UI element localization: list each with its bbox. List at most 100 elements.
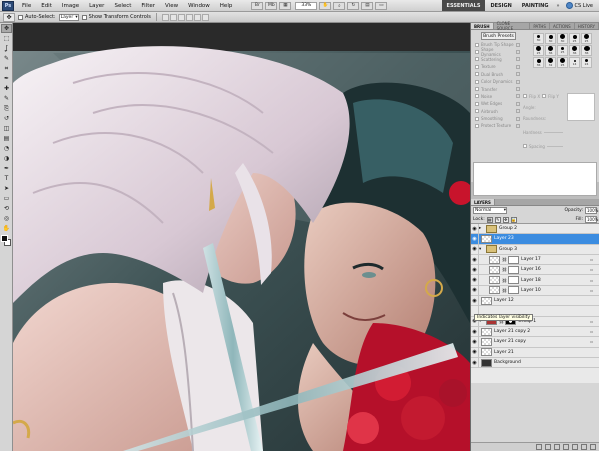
brush-option-checkbox[interactable] — [475, 123, 479, 128]
marquee-tool-icon[interactable]: ⬚ — [1, 34, 12, 43]
type-tool-icon[interactable]: T — [1, 174, 12, 183]
flip-y-checkbox[interactable] — [542, 94, 547, 98]
move-tool-icon[interactable]: ✥ — [1, 24, 12, 33]
layer-effects-icon[interactable]: ▫ — [590, 329, 593, 334]
layer-mask-thumbnail[interactable] — [508, 265, 520, 274]
brush-option-checkbox[interactable] — [475, 87, 479, 92]
brush-option-dual-brush[interactable]: Dual Brush — [473, 71, 521, 78]
zoom-level-field[interactable]: 33% — [295, 1, 318, 10]
visibility-eye-icon[interactable]: ◉ — [471, 254, 479, 265]
lock-icon[interactable] — [516, 72, 520, 77]
add-mask-icon[interactable] — [554, 444, 560, 450]
visibility-eye-icon[interactable]: ◉ — [471, 244, 479, 255]
lock-icon[interactable] — [516, 94, 520, 99]
lock-icon[interactable] — [516, 57, 520, 62]
show-transform-controls-checkbox[interactable] — [81, 14, 87, 20]
tab-brush[interactable]: BRUSH — [471, 23, 494, 29]
layer-row[interactable]: ◉ Layer 23 — [471, 233, 599, 245]
lock-icon[interactable] — [516, 79, 520, 84]
brush-tool-icon[interactable]: ✎ — [1, 94, 12, 103]
lock-pixels-icon[interactable]: ✎ — [494, 216, 501, 223]
brush-option-wet-edges[interactable]: Wet Edges — [473, 100, 521, 107]
menu-filter[interactable]: Filter — [136, 3, 160, 9]
brush-option-color-dynamics[interactable]: Color Dynamics — [473, 78, 521, 85]
menu-layer[interactable]: Layer — [84, 3, 109, 9]
tab-layers[interactable]: LAYERS — [471, 199, 495, 205]
layer-row[interactable]: ◉ Layer 21 copy ▫ — [471, 336, 599, 348]
rotate-view-button[interactable]: ↻ — [347, 1, 360, 10]
layer-mask-thumbnail[interactable] — [508, 286, 520, 295]
brush-tip[interactable]: 25 — [557, 45, 568, 56]
spacing-slider[interactable]: Spacing — [523, 143, 563, 149]
layer-mask-thumbnail[interactable] — [508, 276, 520, 285]
lock-position-icon[interactable]: ✥ — [502, 216, 509, 223]
layer-row[interactable]: ◉ Layer 12 — [471, 295, 599, 307]
lock-icon[interactable] — [516, 123, 520, 128]
brush-tip[interactable]: 36 — [545, 45, 556, 56]
dodge-tool-icon[interactable]: ◑ — [1, 154, 12, 163]
visibility-eye-icon[interactable]: ◉ — [471, 326, 479, 337]
brush-option-noise[interactable]: Noise — [473, 93, 521, 100]
layer-row[interactable]: ◉ Background — [471, 357, 599, 369]
hardness-slider[interactable]: Hardness — [523, 129, 563, 135]
blur-tool-icon[interactable]: ◔ — [1, 144, 12, 153]
brush-presets-button[interactable]: Brush Presets — [481, 32, 516, 40]
brush-option-checkbox[interactable] — [475, 57, 479, 62]
history-brush-icon[interactable]: ↺ — [1, 114, 12, 123]
new-layer-icon[interactable] — [581, 444, 587, 450]
brush-tip[interactable]: 32 — [545, 57, 556, 68]
layer-effects-icon[interactable]: ▫ — [590, 288, 593, 293]
menu-help[interactable]: Help — [215, 3, 238, 9]
menu-file[interactable]: File — [17, 3, 36, 9]
view-extras-button[interactable]: ▦ — [279, 1, 292, 10]
blend-mode-dropdown[interactable]: Normal ▾ — [473, 207, 507, 214]
align-hcenter-icon[interactable] — [193, 13, 201, 21]
menu-view[interactable]: View — [160, 3, 183, 9]
brush-option-checkbox[interactable] — [475, 72, 479, 77]
brush-tip[interactable]: 30 — [533, 33, 544, 44]
mask-link-icon[interactable]: ⛓ — [502, 288, 507, 293]
brush-option-texture[interactable]: Texture — [473, 63, 521, 70]
hand-tool-button[interactable]: ✋ — [319, 1, 332, 10]
quick-select-icon[interactable]: ✎ — [1, 54, 12, 63]
brush-option-checkbox[interactable] — [475, 101, 479, 106]
brush-angle-preview[interactable] — [567, 93, 595, 121]
visibility-eye-icon[interactable]: ◉ — [471, 233, 479, 244]
visibility-eye-icon[interactable]: ◉ — [471, 264, 479, 275]
layer-effects-icon[interactable]: ▫ — [590, 267, 593, 272]
visibility-eye-icon[interactable]: ◉ — [471, 223, 479, 234]
layer-effects-icon[interactable]: ▫ — [590, 257, 593, 262]
menu-image[interactable]: Image — [57, 3, 84, 9]
auto-select-checkbox-group[interactable]: Auto-Select: — [18, 14, 56, 20]
healing-brush-icon[interactable]: ✚ — [1, 84, 12, 93]
layer-effects-icon[interactable]: ▫ — [590, 319, 593, 324]
crop-tool-icon[interactable]: ⌗ — [1, 64, 12, 73]
lock-icon[interactable] — [516, 87, 520, 92]
brush-option-checkbox[interactable] — [475, 94, 479, 99]
gradient-icon[interactable]: ▤ — [1, 134, 12, 143]
arrange-documents-button[interactable]: ▤ — [361, 1, 374, 10]
hand-tool-icon[interactable]: ✋ — [1, 224, 12, 233]
align-bottom-icon[interactable] — [177, 13, 185, 21]
tab-paths[interactable]: PATHS — [530, 23, 550, 29]
brush-tip[interactable]: 30 — [557, 33, 568, 44]
brush-option-checkbox[interactable] — [475, 109, 479, 114]
eyedropper-icon[interactable]: ✒ — [1, 74, 12, 83]
brush-tip[interactable]: 25 — [581, 33, 592, 44]
lock-icon[interactable] — [516, 101, 520, 106]
chevron-down-icon[interactable]: ▾ — [479, 247, 484, 252]
brush-tip[interactable]: 36 — [581, 45, 592, 56]
brush-option-protect-texture[interactable]: Protect Texture — [473, 122, 521, 129]
3d-rotate-icon[interactable]: ⟲ — [1, 204, 12, 213]
launch-mini-bridge-button[interactable]: Mb — [265, 1, 278, 10]
document-canvas[interactable] — [13, 23, 470, 451]
menu-window[interactable]: Window — [183, 3, 215, 9]
layer-row[interactable]: ◉ Layer 21 copy 2 ▫ — [471, 326, 599, 338]
adjustment-layer-icon[interactable] — [563, 444, 569, 450]
lock-icon[interactable] — [516, 64, 520, 69]
align-left-icon[interactable] — [185, 13, 193, 21]
workspace-more-button[interactable]: » — [553, 0, 562, 11]
brush-option-airbrush[interactable]: Airbrush — [473, 108, 521, 115]
layer-row[interactable]: ◉ ▸ Group 2 — [471, 223, 599, 235]
cs-live-button[interactable]: CS Live — [563, 0, 599, 11]
